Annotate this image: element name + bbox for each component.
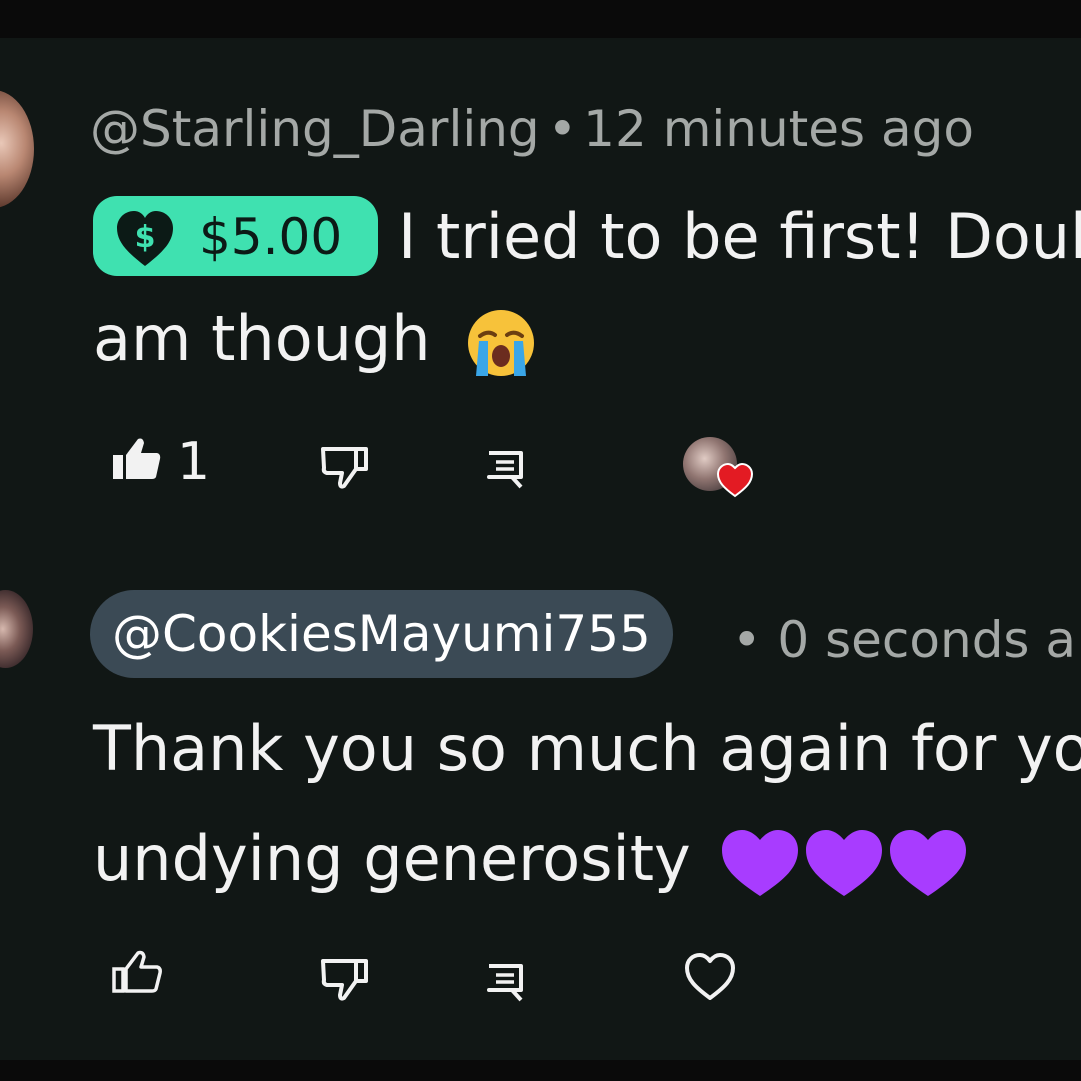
highlighted-username-chip[interactable]: @CookiesMayumi755 [90, 590, 673, 678]
like-icon[interactable] [112, 950, 162, 994]
comments-panel [0, 38, 1081, 1060]
comment-timestamp: 0 seconds a [777, 611, 1077, 669]
dislike-icon[interactable] [320, 446, 370, 490]
comment-timestamp: 12 minutes ago [583, 100, 974, 158]
top-bar [0, 0, 1081, 38]
separator-dot: • [547, 100, 578, 158]
comment-text-line: Thank you so much again for yo [93, 712, 1081, 785]
dislike-icon[interactable] [320, 958, 370, 1002]
comment-text-line: undying generosity [93, 822, 972, 900]
donation-amount: $5.00 [199, 208, 343, 266]
comment-text-line: am though [93, 302, 538, 380]
bottom-bar [0, 1060, 1081, 1081]
red-heart-icon [716, 462, 754, 498]
like-icon-filled[interactable] [112, 437, 162, 481]
dollar-heart-icon: $ [117, 211, 173, 266]
svg-text:$: $ [135, 220, 156, 255]
like-count: 1 [177, 432, 211, 492]
comment-text-line: I tried to be first! Doub [398, 200, 1081, 273]
comment-username[interactable]: @Starling_Darling [90, 100, 540, 158]
comment-screen: @Starling_Darling • 12 minutes ago $ $5.00… [0, 0, 1081, 1081]
comment-meta: • 0 seconds a [732, 611, 1076, 669]
comment-text-segment: undying generosity [93, 822, 691, 895]
crying-face-emoji [468, 309, 535, 376]
comment-text-segment: am though [93, 302, 431, 375]
separator-dot: • [732, 611, 762, 669]
heart-icon[interactable] [684, 952, 736, 1002]
comment-header: @Starling_Darling • 12 minutes ago [90, 100, 974, 158]
purple-hearts-emoji [722, 829, 967, 896]
reply-icon[interactable] [486, 450, 524, 490]
reply-icon[interactable] [486, 963, 524, 1003]
